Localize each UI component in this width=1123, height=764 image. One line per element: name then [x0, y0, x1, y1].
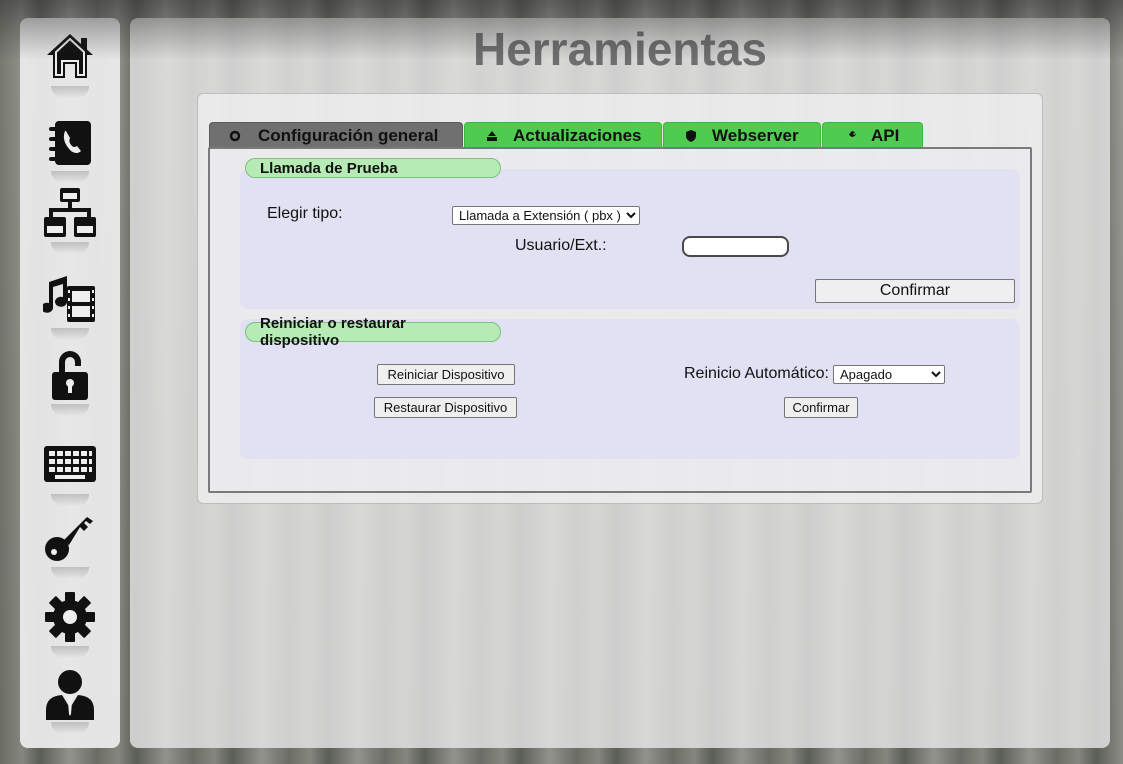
tab-actualizaciones[interactable]: Actualizaciones	[464, 122, 662, 148]
user-ext-input[interactable]	[682, 236, 789, 257]
gear-icon	[45, 592, 95, 642]
nav-media[interactable]	[41, 272, 99, 344]
phonebook-icon	[49, 121, 91, 165]
key-icon	[45, 517, 93, 561]
tab-configuracion-general[interactable]: Configuración general	[209, 122, 463, 148]
restore-device-button[interactable]: Restaurar Dispositivo	[374, 397, 517, 418]
wrench-icon	[843, 129, 857, 143]
restart-device-button[interactable]: Reiniciar Dispositivo	[377, 364, 515, 385]
keyboard-icon	[44, 446, 96, 482]
test-call-confirm-button[interactable]: Confirmar	[815, 279, 1015, 303]
network-icon	[44, 188, 96, 237]
auto-restart-select[interactable]: Apagado	[833, 365, 945, 384]
page-title: Herramientas	[472, 23, 768, 75]
test-call-title: Llamada de Prueba	[245, 158, 501, 178]
call-type-select[interactable]: Llamada a Extensión ( pbx )	[452, 206, 640, 225]
tab-webserver[interactable]: Webserver	[663, 122, 821, 148]
restart-title: Reiniciar o restaurar dispositivo	[245, 315, 501, 349]
lock-icon	[52, 351, 88, 400]
tab-label: Webserver	[712, 125, 799, 145]
nav-phonebook[interactable]	[41, 115, 99, 187]
nav-keyboard[interactable]	[41, 438, 99, 510]
user-icon	[46, 670, 94, 720]
user-ext-label: Usuario/Ext.:	[515, 237, 607, 254]
tab-api[interactable]: API	[822, 122, 923, 148]
tab-label: Configuración general	[258, 125, 439, 145]
shield-icon	[684, 129, 698, 143]
tab-label: Actualizaciones	[513, 125, 642, 145]
sidebar	[20, 18, 120, 748]
media-icon	[43, 276, 95, 322]
tab-label: API	[871, 125, 900, 145]
nav-settings[interactable]	[41, 590, 99, 662]
tabs-container: Configuración general Actualizaciones We…	[197, 93, 1043, 504]
nav-user[interactable]	[41, 666, 99, 738]
update-icon	[485, 129, 499, 143]
nav-home[interactable]	[41, 30, 99, 102]
home-icon	[47, 34, 93, 78]
nav-security[interactable]	[41, 348, 99, 420]
tab-panel-configuracion-general: Llamada de Prueba Elegir tipo: Llamada a…	[208, 147, 1032, 493]
auto-restart-label: Reinicio Automático:	[684, 365, 829, 382]
nav-keys[interactable]	[41, 511, 99, 583]
call-type-label: Elegir tipo:	[267, 205, 343, 222]
nav-network[interactable]	[41, 186, 99, 258]
circle-icon	[228, 129, 242, 143]
restart-confirm-button[interactable]: Confirmar	[784, 397, 858, 418]
main-panel: Herramientas Configuración general Actua…	[130, 18, 1110, 748]
